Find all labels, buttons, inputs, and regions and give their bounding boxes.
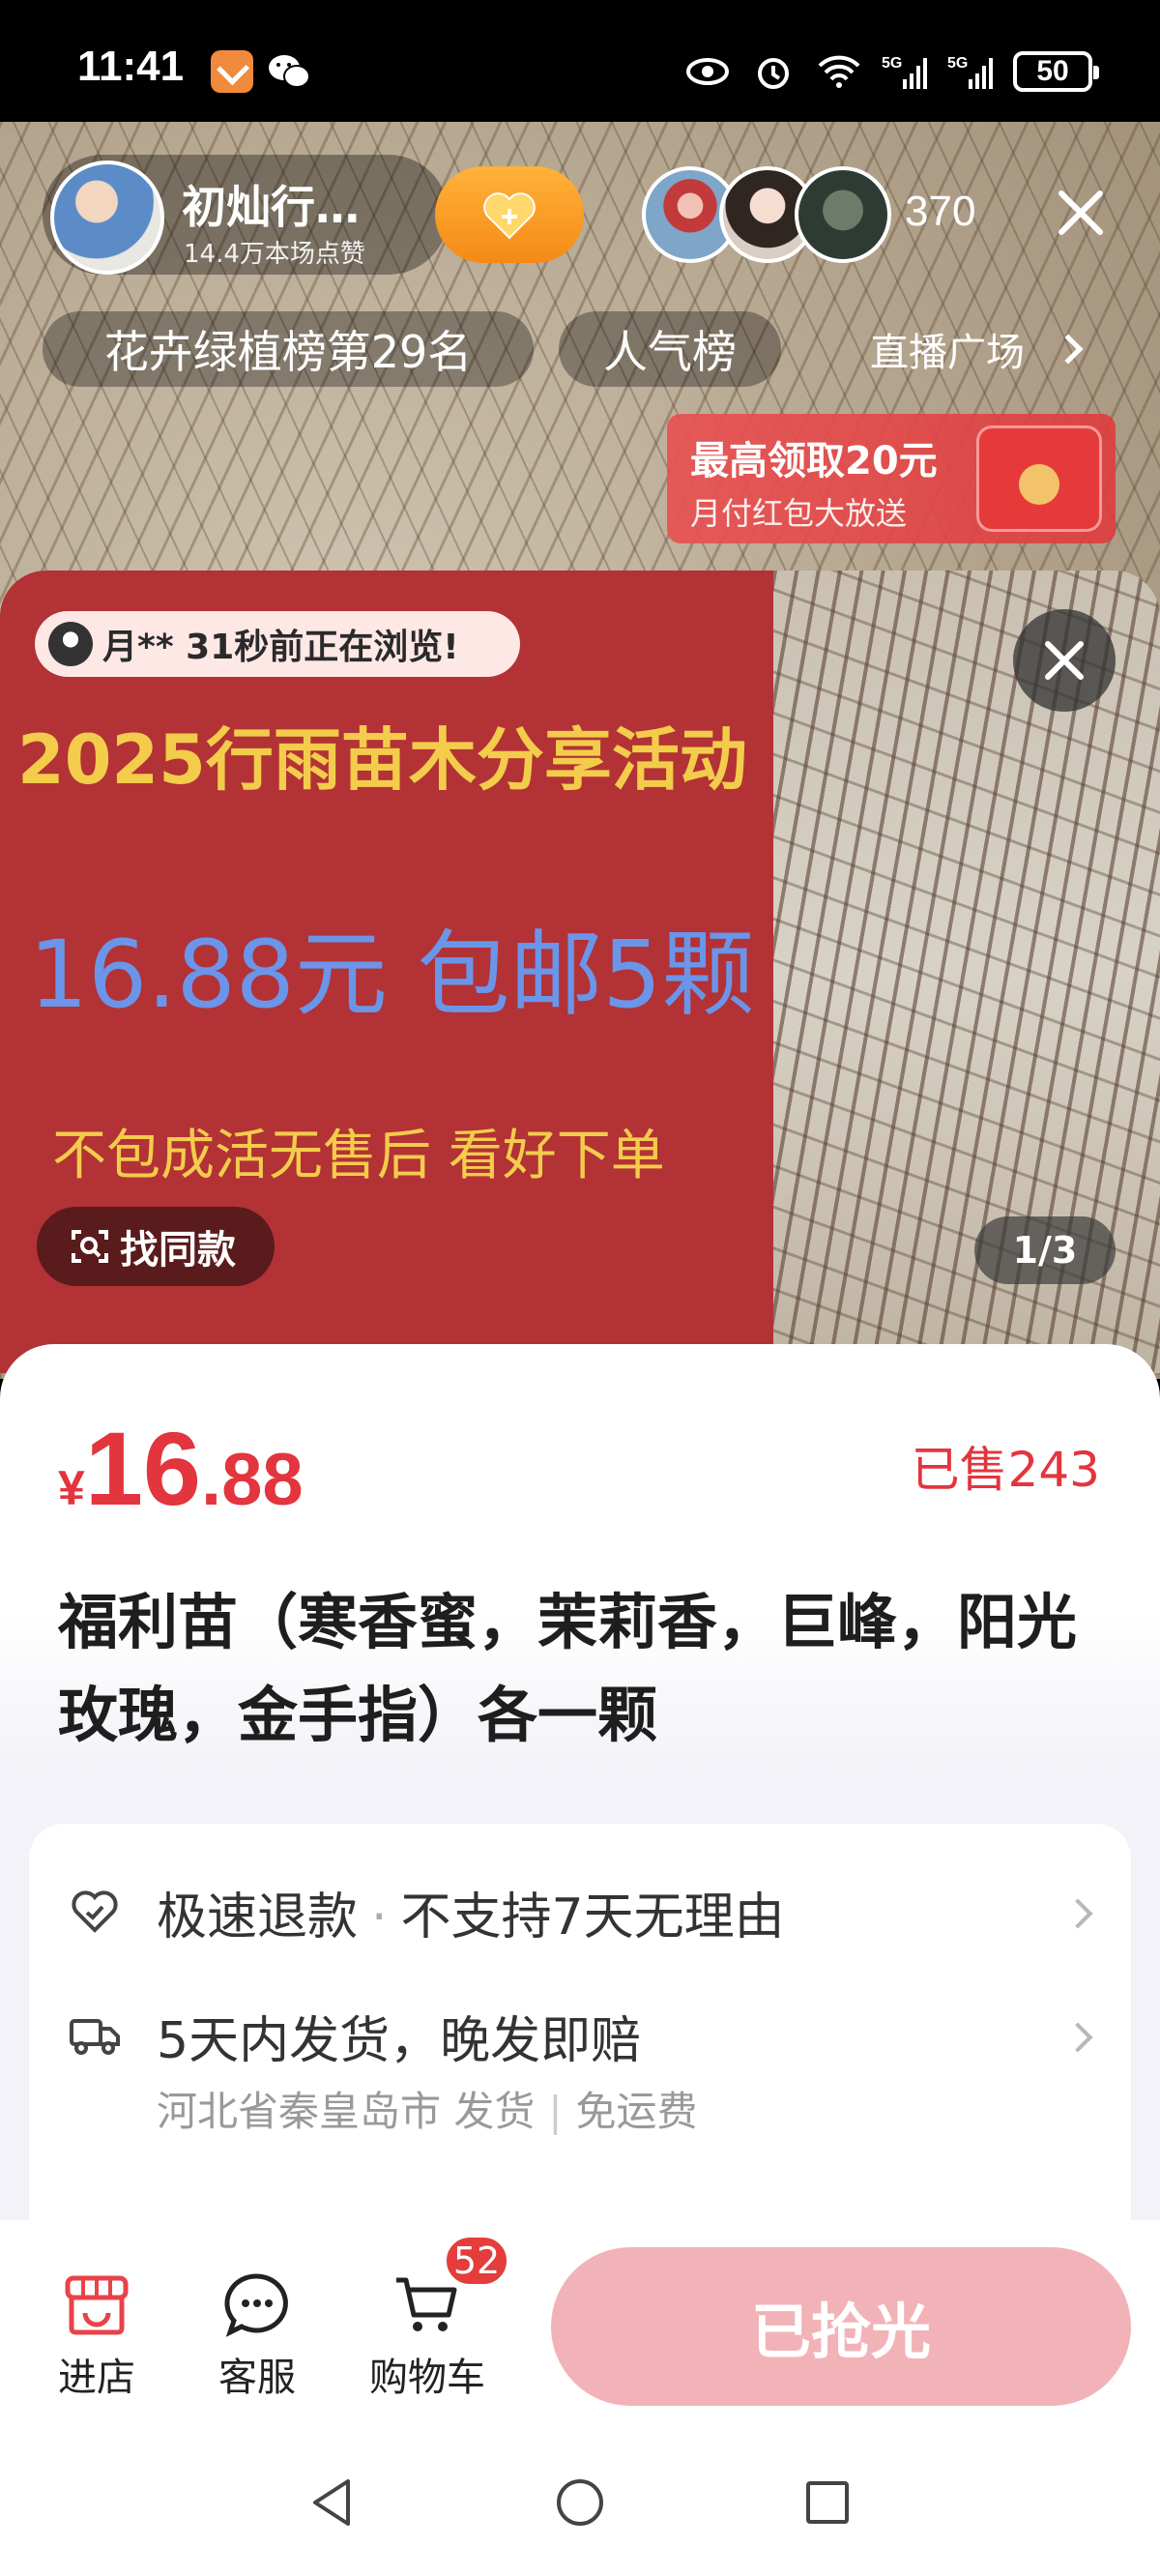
refund-note: 不支持7天无理由 bbox=[400, 1888, 785, 1947]
close-product-button[interactable] bbox=[1013, 609, 1116, 712]
chat-icon bbox=[224, 2273, 288, 2337]
product-image-carousel[interactable]: 月** 31秒前正在浏览! 2025行雨苗木分享活动 16.88元 包邮5颗 不… bbox=[0, 571, 1160, 1373]
cart-count-badge: 52 bbox=[443, 2234, 510, 2288]
alarm-icon bbox=[758, 58, 789, 89]
product-poster: 月** 31秒前正在浏览! 2025行雨苗木分享活动 16.88元 包邮5颗 不… bbox=[0, 571, 773, 1373]
viewer-avatar[interactable] bbox=[795, 166, 891, 263]
live-plaza-link[interactable]: 直播广场 bbox=[851, 311, 1131, 387]
signal-5g-icon: 5G bbox=[947, 55, 993, 89]
ship-from: 河北省秦皇岛市 发货 bbox=[157, 2088, 536, 2135]
wechat-icon bbox=[269, 55, 310, 88]
shipping-origin: 河北省秦皇岛市 发货 | 免运费 bbox=[157, 2079, 698, 2138]
refund-row[interactable]: 极速退款 · 不支持7天无理由 bbox=[29, 1824, 1131, 1949]
anchor-avatar[interactable] bbox=[50, 161, 164, 275]
red-envelope-icon bbox=[976, 425, 1102, 532]
follow-button[interactable] bbox=[435, 166, 584, 263]
separator: · bbox=[371, 1888, 388, 1947]
viewer-count[interactable]: 370 bbox=[905, 188, 975, 236]
red-packet-subtitle: 月付红包大放送 bbox=[690, 495, 908, 532]
poster-title: 2025行雨苗木分享活动 bbox=[17, 720, 747, 800]
browser-avatar bbox=[48, 622, 93, 666]
poster-price: 16.88元 包邮5颗 bbox=[29, 921, 755, 1029]
heart-shield-icon bbox=[72, 1890, 118, 1933]
red-packet-banner[interactable]: 最高领取20元 月付红包大放送 bbox=[667, 414, 1116, 543]
store-button[interactable]: 进店 bbox=[29, 2270, 164, 2402]
price-decimal: .88 bbox=[200, 1439, 304, 1521]
status-indicators: 5G 5G 50 bbox=[684, 46, 1099, 97]
eye-icon bbox=[686, 58, 729, 85]
sold-out-button[interactable]: 已抢光 bbox=[551, 2247, 1131, 2406]
home-icon[interactable] bbox=[551, 2474, 609, 2532]
svg-text:5G: 5G bbox=[947, 55, 968, 72]
red-packet-title: 最高领取20元 bbox=[690, 439, 938, 483]
price-integer: 16 bbox=[84, 1410, 201, 1527]
service-card: 极速退款 · 不支持7天无理由 5天内发货，晚发即赔 河北省秦皇岛市 发货 | 免运费 bbox=[29, 1824, 1131, 2238]
customer-service-button[interactable]: 客服 bbox=[189, 2270, 325, 2402]
browsing-notice: 月** 31秒前正在浏览! bbox=[35, 611, 520, 677]
image-pager: 1/3 bbox=[974, 1216, 1116, 1284]
recents-icon[interactable] bbox=[798, 2474, 856, 2532]
wifi-icon bbox=[818, 55, 860, 88]
bottom-action-bar: 进店 客服 购物车 52 已抢光 bbox=[0, 2220, 1160, 2433]
live-plaza-label: 直播广场 bbox=[870, 331, 1025, 375]
product-title: 福利苗（寒香蜜，茉莉香，巨峰，阳光玫瑰，金手指）各一颗 bbox=[58, 1587, 1078, 1750]
truck-icon bbox=[70, 2019, 120, 2055]
poster-note: 不包成活无售后 看好下单 bbox=[52, 1125, 665, 1187]
battery-indicator: 50 bbox=[1013, 51, 1099, 92]
scan-icon bbox=[72, 1230, 108, 1263]
cart-button[interactable]: 购物车 bbox=[360, 2270, 495, 2402]
refund-text: 极速退款 · 不支持7天无理由 bbox=[157, 1876, 785, 1948]
store-label: 进店 bbox=[58, 2356, 135, 2400]
chevron-right-icon bbox=[1062, 1898, 1093, 1929]
sold-count: 已售243 bbox=[911, 1442, 1100, 1498]
back-icon[interactable] bbox=[304, 2474, 362, 2532]
ship-fee: 免运费 bbox=[575, 2088, 698, 2135]
product-info-sheet: ¥16.88 已售243 福利苗（寒香蜜，茉莉香，巨峰，阳光玫瑰，金手指）各一颗… bbox=[0, 1344, 1160, 2238]
chevron-right-icon bbox=[1053, 334, 1084, 365]
separator: | bbox=[548, 2088, 563, 2135]
heart-plus-icon bbox=[483, 192, 536, 240]
currency-symbol: ¥ bbox=[58, 1461, 85, 1515]
anchor-name[interactable]: 初灿行… bbox=[182, 172, 360, 236]
find-similar-button[interactable]: 找同款 bbox=[37, 1207, 275, 1286]
service-label: 客服 bbox=[218, 2356, 296, 2400]
refund-label: 极速退款 bbox=[157, 1888, 359, 1947]
chevron-right-icon bbox=[1062, 2022, 1093, 2053]
status-bar: 11:41 5G 5G 50 bbox=[0, 0, 1160, 122]
product-price: ¥16.88 bbox=[58, 1408, 304, 1529]
browsing-text: 月** 31秒前正在浏览! bbox=[102, 628, 459, 667]
popular-list-button[interactable]: 人气榜 bbox=[559, 311, 781, 387]
close-icon bbox=[1045, 641, 1084, 680]
shipping-text: 5天内发货，晚发即赔 bbox=[157, 2012, 642, 2070]
anchor-likes: 14.4万本场点赞 bbox=[184, 240, 365, 269]
system-navigation-bar bbox=[0, 2433, 1160, 2576]
cart-label: 购物车 bbox=[369, 2356, 485, 2400]
rank-badge[interactable]: 花卉绿植榜第29名 bbox=[43, 311, 534, 387]
close-icon[interactable] bbox=[1054, 186, 1108, 240]
status-time: 11:41 bbox=[77, 43, 185, 90]
app-notification-icon bbox=[211, 50, 253, 93]
svg-text:5G: 5G bbox=[882, 55, 902, 72]
shipping-row[interactable]: 5天内发货，晚发即赔 河北省秦皇岛市 发货 | 免运费 bbox=[29, 1978, 1131, 2135]
find-similar-label: 找同款 bbox=[120, 1228, 236, 1273]
signal-5g-icon: 5G bbox=[882, 55, 927, 89]
store-icon bbox=[65, 2275, 129, 2335]
